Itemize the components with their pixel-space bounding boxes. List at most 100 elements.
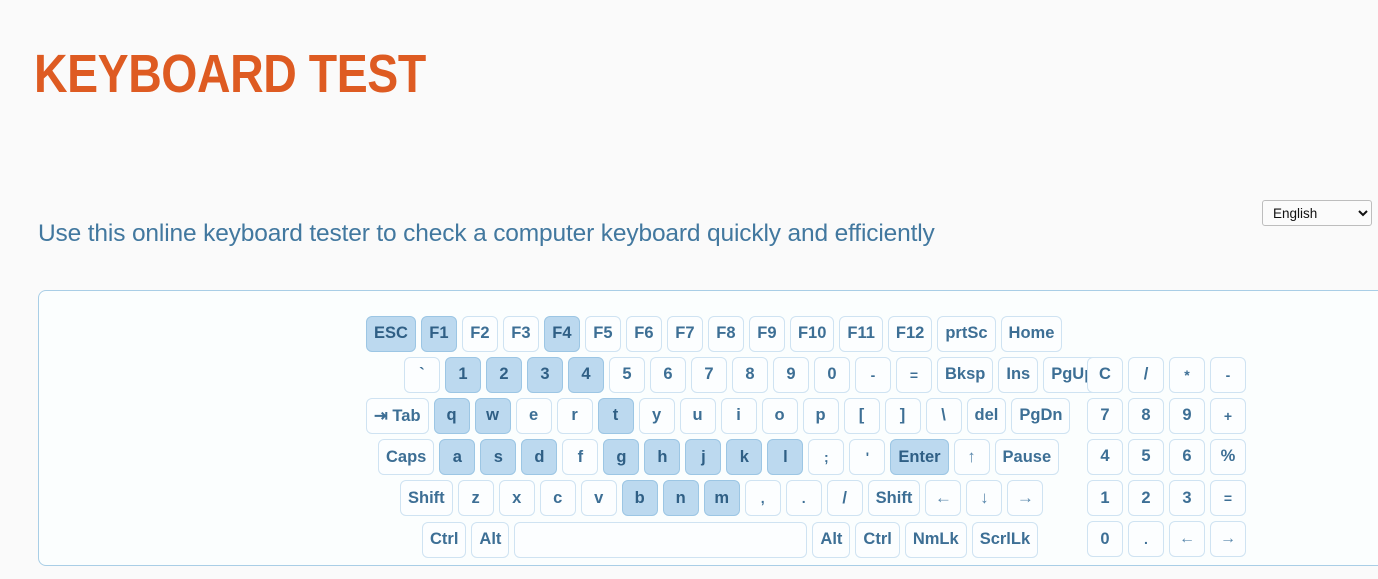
key-u[interactable]: u [679,397,716,434]
key-tab[interactable]: ⇥ Tab [366,397,429,434]
numpad-key-equals[interactable]: = [1210,480,1246,517]
key-y[interactable]: y [638,397,675,434]
key-f2[interactable]: F2 [461,315,498,352]
key-k[interactable]: k [726,439,763,476]
key-7[interactable]: 7 [691,356,727,393]
numpad-key-subtract[interactable]: - [1210,356,1246,393]
key-equals[interactable]: = [896,356,932,393]
key-bracket-right[interactable]: ] [884,397,921,434]
key-backslash[interactable]: \ [925,397,962,434]
key-z[interactable]: z [457,480,494,517]
key-period[interactable]: . [785,480,822,517]
numpad-key-4[interactable]: 4 [1087,438,1123,475]
key-9[interactable]: 9 [773,356,809,393]
key-comma[interactable]: , [744,480,781,517]
key-f3[interactable]: F3 [502,315,539,352]
key-5[interactable]: 5 [609,356,645,393]
key-f11[interactable]: F11 [839,315,883,352]
key-numlock[interactable]: NmLk [904,521,967,558]
numpad-key-clear[interactable]: C [1087,356,1123,393]
key-backspace[interactable]: Bksp [937,356,994,393]
key-ctrl-right[interactable]: Ctrl [855,521,900,558]
numpad-key-8[interactable]: 8 [1128,397,1164,434]
key-backtick[interactable]: ` [404,356,440,393]
numpad-key-arrow-left[interactable]: ← [1169,521,1205,558]
key-arrow-up[interactable]: ↑ [953,439,990,476]
numpad-key-7[interactable]: 7 [1087,397,1123,434]
key-arrow-down[interactable]: ↓ [966,480,1003,517]
key-f7[interactable]: F7 [666,315,703,352]
key-enter[interactable]: Enter [890,439,949,476]
numpad-key-6[interactable]: 6 [1169,438,1205,475]
key-delete[interactable]: del [966,397,1007,434]
key-r[interactable]: r [556,397,593,434]
key-c[interactable]: c [539,480,576,517]
key-quote[interactable]: ' [849,439,886,476]
key-f6[interactable]: F6 [625,315,662,352]
key-pause[interactable]: Pause [994,439,1060,476]
key-minus[interactable]: - [855,356,891,393]
numpad-key-1[interactable]: 1 [1087,480,1123,517]
numpad-key-multiply[interactable]: * [1169,356,1205,393]
key-f8[interactable]: F8 [707,315,744,352]
key-f1[interactable]: F1 [420,315,457,352]
key-semicolon[interactable]: ; [808,439,845,476]
key-o[interactable]: o [761,397,798,434]
key-s[interactable]: s [480,439,517,476]
numpad-key-percent[interactable]: % [1210,438,1246,475]
key-slash[interactable]: / [826,480,863,517]
key-h[interactable]: h [644,439,681,476]
key-0[interactable]: 0 [814,356,850,393]
key-i[interactable]: i [720,397,757,434]
language-select[interactable]: English [1262,200,1372,226]
key-b[interactable]: b [621,480,658,517]
key-arrow-right[interactable]: → [1007,480,1044,517]
key-8[interactable]: 8 [732,356,768,393]
key-capslock[interactable]: Caps [378,439,435,476]
numpad-key-2[interactable]: 2 [1128,480,1164,517]
key-prtsc[interactable]: prtSc [937,315,996,352]
numpad-key-divide[interactable]: / [1128,356,1164,393]
key-m[interactable]: m [703,480,740,517]
key-4[interactable]: 4 [568,356,604,393]
key-space[interactable] [514,521,808,558]
key-home[interactable]: Home [1000,315,1063,352]
key-scrolllock[interactable]: ScrlLk [971,521,1039,558]
key-f4[interactable]: F4 [543,315,580,352]
key-pagedown[interactable]: PgDn [1011,397,1071,434]
key-d[interactable]: d [521,439,558,476]
numpad-key-add[interactable]: + [1210,397,1246,434]
key-2[interactable]: 2 [486,356,522,393]
key-n[interactable]: n [662,480,699,517]
key-g[interactable]: g [603,439,640,476]
key-ctrl-left[interactable]: Ctrl [422,521,467,558]
numpad-key-3[interactable]: 3 [1169,480,1205,517]
key-v[interactable]: v [580,480,617,517]
key-x[interactable]: x [498,480,535,517]
key-a[interactable]: a [439,439,476,476]
key-alt-left[interactable]: Alt [471,521,510,558]
numpad-key-5[interactable]: 5 [1128,438,1164,475]
key-f9[interactable]: F9 [748,315,785,352]
key-t[interactable]: t [597,397,634,434]
key-f5[interactable]: F5 [584,315,621,352]
key-f12[interactable]: F12 [887,315,933,352]
key-esc[interactable]: ESC [366,315,416,352]
key-q[interactable]: q [433,397,470,434]
key-arrow-left[interactable]: ← [925,480,962,517]
key-shift-left[interactable]: Shift [400,480,453,517]
key-p[interactable]: p [802,397,839,434]
key-l[interactable]: l [767,439,804,476]
key-3[interactable]: 3 [527,356,563,393]
numpad-key-arrow-right[interactable]: → [1210,521,1246,558]
key-bracket-left[interactable]: [ [843,397,880,434]
key-shift-right[interactable]: Shift [867,480,921,517]
key-6[interactable]: 6 [650,356,686,393]
key-insert[interactable]: Ins [998,356,1039,393]
numpad-key-0[interactable]: 0 [1087,521,1123,558]
key-alt-right[interactable]: Alt [812,521,851,558]
key-w[interactable]: w [474,397,511,434]
key-f[interactable]: f [562,439,599,476]
numpad-key-9[interactable]: 9 [1169,397,1205,434]
numpad-key-decimal[interactable]: . [1128,521,1164,558]
